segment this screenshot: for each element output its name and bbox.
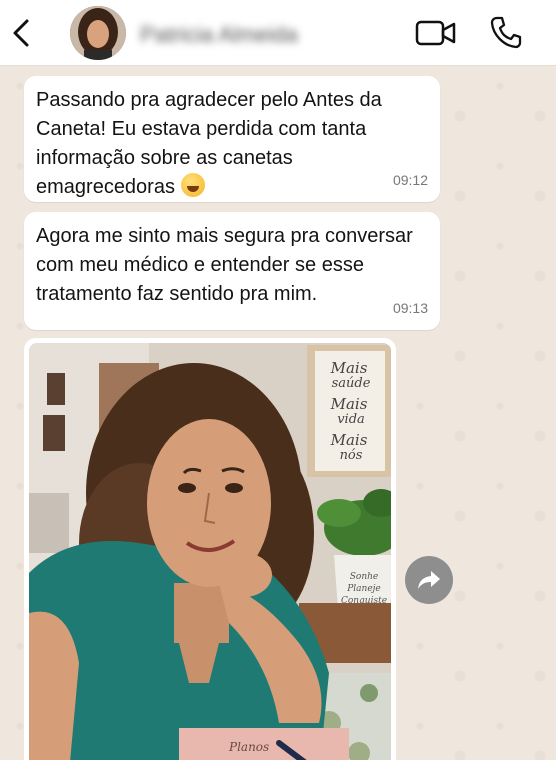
sweat-smile-emoji-icon bbox=[180, 173, 205, 197]
video-call-icon bbox=[415, 20, 456, 46]
message-bubble[interactable]: Passando pra agradecer pelo Antes da Can… bbox=[24, 76, 440, 202]
message-text: Passando pra agradecer pelo Antes da Can… bbox=[36, 89, 382, 198]
voice-call-button[interactable] bbox=[490, 15, 522, 49]
back-button[interactable] bbox=[8, 18, 34, 48]
chat-area[interactable]: Passando pra agradecer pelo Antes da Can… bbox=[0, 66, 556, 760]
notebook-text: Planos bbox=[228, 740, 269, 754]
pot-text: Planeje bbox=[346, 584, 381, 594]
phone-icon bbox=[490, 16, 522, 49]
forward-button[interactable] bbox=[405, 556, 453, 604]
video-call-button[interactable] bbox=[415, 17, 457, 49]
chevron-left-icon bbox=[13, 19, 29, 47]
sign-text: saúde bbox=[332, 376, 371, 391]
forward-arrow-icon bbox=[418, 571, 440, 589]
message-time: 09:13 bbox=[392, 300, 428, 316]
selfie-photo[interactable]: Mais saúde Mais vida Mais nós Sonhe Plan… bbox=[29, 343, 391, 760]
sign-text: vida bbox=[337, 412, 365, 427]
message-bubble[interactable]: Agora me sinto mais segura pra conversar… bbox=[24, 212, 440, 330]
sign-text: Mais bbox=[330, 359, 368, 377]
message-time: 09:12 bbox=[392, 172, 428, 188]
pot-text: Sonhe bbox=[350, 572, 379, 582]
avatar[interactable] bbox=[70, 6, 126, 60]
message-text: Agora me sinto mais segura pra conversar… bbox=[36, 225, 413, 305]
chat-header: Patricia Almeida bbox=[0, 0, 556, 66]
photo-message[interactable]: Mais saúde Mais vida Mais nós Sonhe Plan… bbox=[24, 338, 396, 760]
sign-text: Mais bbox=[330, 431, 368, 449]
sign-text: Mais bbox=[330, 395, 368, 413]
contact-name[interactable]: Patricia Almeida bbox=[140, 22, 298, 48]
sign-text: nós bbox=[340, 448, 363, 463]
